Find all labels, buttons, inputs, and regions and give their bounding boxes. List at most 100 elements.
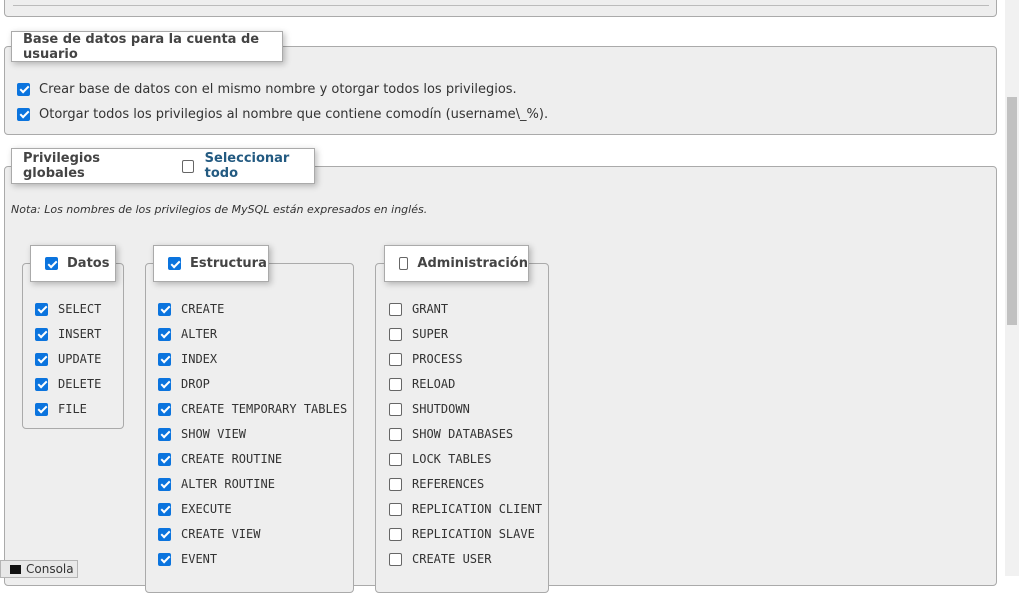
privilege-item[interactable]: SHOW VIEW bbox=[158, 427, 246, 441]
privilege-item[interactable]: ALTER ROUTINE bbox=[158, 477, 275, 491]
vertical-scrollbar[interactable] bbox=[1005, 0, 1019, 576]
privileges-legend-title: Privilegios globales bbox=[23, 151, 101, 181]
privilege-checkbox[interactable] bbox=[389, 527, 402, 541]
privilege-label: CREATE TEMPORARY TABLES bbox=[181, 402, 348, 416]
privilege-label: LOCK TABLES bbox=[412, 452, 492, 466]
top-divider bbox=[13, 5, 989, 6]
privilege-item[interactable]: LOCK TABLES bbox=[389, 452, 491, 466]
privilege-checkbox[interactable] bbox=[35, 327, 48, 341]
scrollbar-thumb[interactable] bbox=[1007, 97, 1017, 325]
privilege-item[interactable]: ALTER bbox=[158, 327, 217, 341]
group-datos-checkbox[interactable] bbox=[45, 257, 58, 270]
privilege-checkbox[interactable] bbox=[389, 427, 402, 441]
privilege-checkbox[interactable] bbox=[158, 527, 171, 541]
select-all-link[interactable]: Seleccionar todo bbox=[205, 151, 314, 181]
group-datos-title: Datos bbox=[67, 256, 110, 271]
privilege-checkbox[interactable] bbox=[389, 327, 402, 341]
privilege-checkbox[interactable] bbox=[158, 402, 171, 416]
db-option-wildcard[interactable]: Otorgar todos los privilegios al nombre … bbox=[17, 106, 548, 122]
console-label: Consola bbox=[26, 562, 74, 576]
privilege-item[interactable]: CREATE USER bbox=[389, 552, 491, 566]
privilege-label: RELOAD bbox=[412, 377, 456, 391]
privilege-item[interactable]: CREATE VIEW bbox=[158, 527, 260, 541]
select-all-checkbox[interactable] bbox=[181, 159, 194, 173]
privilege-item[interactable]: REFERENCES bbox=[389, 477, 484, 491]
privilege-checkbox[interactable] bbox=[389, 477, 402, 491]
privilege-item[interactable]: REPLICATION CLIENT bbox=[389, 502, 542, 516]
privilege-label: EVENT bbox=[181, 552, 218, 566]
privilege-checkbox[interactable] bbox=[35, 352, 48, 366]
privilege-item[interactable]: SHOW DATABASES bbox=[389, 427, 513, 441]
privilege-checkbox[interactable] bbox=[389, 552, 402, 566]
privilege-label: INSERT bbox=[58, 327, 102, 341]
console-icon bbox=[10, 564, 21, 574]
privilege-item[interactable]: EVENT bbox=[158, 552, 217, 566]
privilege-label: CREATE bbox=[181, 302, 225, 316]
privilege-checkbox[interactable] bbox=[158, 452, 171, 466]
privilege-label: ALTER bbox=[181, 327, 218, 341]
privilege-checkbox[interactable] bbox=[389, 402, 402, 416]
db-legend-title: Base de datos para la cuenta de usuario bbox=[23, 31, 260, 62]
privilege-item[interactable]: CREATE bbox=[158, 302, 224, 316]
db-option-wildcard-checkbox[interactable] bbox=[17, 107, 30, 121]
console-tab[interactable]: Consola bbox=[0, 560, 78, 578]
privilege-item[interactable]: REPLICATION SLAVE bbox=[389, 527, 535, 541]
privilege-checkbox[interactable] bbox=[158, 502, 171, 516]
group-estructura-checkbox[interactable] bbox=[168, 257, 181, 270]
privilege-item[interactable]: SUPER bbox=[389, 327, 448, 341]
privilege-item[interactable]: CREATE TEMPORARY TABLES bbox=[158, 402, 347, 416]
privilege-checkbox[interactable] bbox=[389, 352, 402, 366]
privilege-item[interactable]: UPDATE bbox=[35, 352, 101, 366]
group-estructura-title: Estructura bbox=[190, 256, 267, 271]
privilege-checkbox[interactable] bbox=[158, 327, 171, 341]
privilege-checkbox[interactable] bbox=[389, 502, 402, 516]
db-option-create-checkbox[interactable] bbox=[17, 82, 30, 96]
privilege-checkbox[interactable] bbox=[389, 302, 402, 316]
privilege-item[interactable]: GRANT bbox=[389, 302, 448, 316]
privilege-item[interactable]: FILE bbox=[35, 402, 87, 416]
privilege-label: CREATE USER bbox=[412, 552, 492, 566]
privilege-item[interactable]: DROP bbox=[158, 377, 210, 391]
privilege-checkbox[interactable] bbox=[35, 302, 48, 316]
privilege-checkbox[interactable] bbox=[158, 302, 171, 316]
group-estructura-legend: Estructura bbox=[153, 245, 269, 282]
privilege-label: ALTER ROUTINE bbox=[181, 477, 275, 491]
privilege-label: REPLICATION SLAVE bbox=[412, 527, 535, 541]
privilege-label: FILE bbox=[58, 402, 87, 416]
privilege-checkbox[interactable] bbox=[158, 552, 171, 566]
privilege-label: SUPER bbox=[412, 327, 449, 341]
privilege-item[interactable]: CREATE ROUTINE bbox=[158, 452, 282, 466]
privilege-checkbox[interactable] bbox=[35, 402, 48, 416]
db-option-create[interactable]: Crear base de datos con el mismo nombre … bbox=[17, 81, 517, 97]
privilege-item[interactable]: RELOAD bbox=[389, 377, 455, 391]
privilege-checkbox[interactable] bbox=[158, 377, 171, 391]
privilege-checkbox[interactable] bbox=[158, 477, 171, 491]
privilege-label: DELETE bbox=[58, 377, 102, 391]
privilege-item[interactable]: SHUTDOWN bbox=[389, 402, 470, 416]
privilege-item[interactable]: PROCESS bbox=[389, 352, 463, 366]
privilege-label: DROP bbox=[181, 377, 210, 391]
privilege-label: SHOW VIEW bbox=[181, 427, 247, 441]
privilege-checkbox[interactable] bbox=[158, 427, 171, 441]
privilege-item[interactable]: INDEX bbox=[158, 352, 217, 366]
privileges-note: Nota: Los nombres de los privilegios de … bbox=[11, 203, 428, 216]
privilege-item[interactable]: DELETE bbox=[35, 377, 101, 391]
db-option-create-label: Crear base de datos con el mismo nombre … bbox=[39, 81, 517, 97]
privilege-label: SHUTDOWN bbox=[412, 402, 470, 416]
privilege-checkbox[interactable] bbox=[389, 452, 402, 466]
privilege-label: REPLICATION CLIENT bbox=[412, 502, 543, 516]
group-administracion-checkbox[interactable] bbox=[399, 257, 409, 270]
privilege-checkbox[interactable] bbox=[35, 377, 48, 391]
privilege-item[interactable]: SELECT bbox=[35, 302, 101, 316]
db-legend: Base de datos para la cuenta de usuario bbox=[11, 31, 283, 62]
privilege-item[interactable]: INSERT bbox=[35, 327, 101, 341]
privilege-label: INDEX bbox=[181, 352, 218, 366]
privilege-label: EXECUTE bbox=[181, 502, 232, 516]
privileges-legend: Privilegios globales Seleccionar todo bbox=[11, 148, 315, 184]
privilege-label: PROCESS bbox=[412, 352, 463, 366]
privilege-label: SELECT bbox=[58, 302, 102, 316]
privilege-item[interactable]: EXECUTE bbox=[158, 502, 232, 516]
privilege-checkbox[interactable] bbox=[158, 352, 171, 366]
privilege-label: UPDATE bbox=[58, 352, 102, 366]
privilege-checkbox[interactable] bbox=[389, 377, 402, 391]
